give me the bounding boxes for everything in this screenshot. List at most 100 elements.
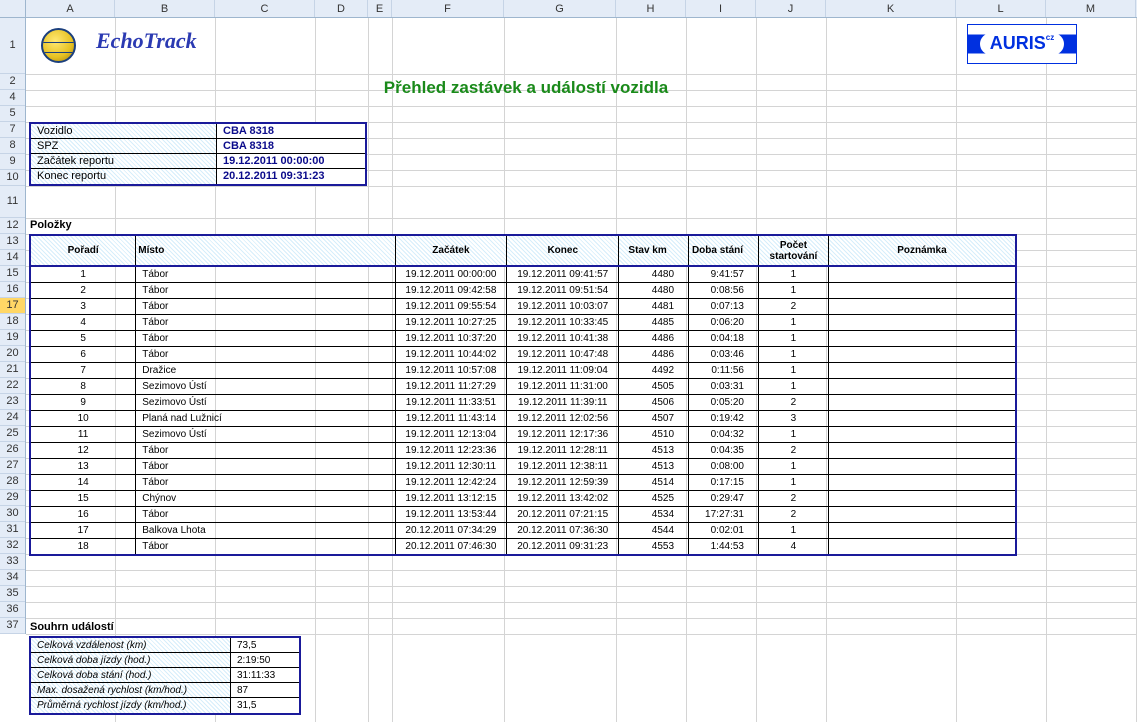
cell[interactable]: 1 <box>758 315 828 331</box>
table-row[interactable]: 2Tábor19.12.2011 09:42:5819.12.2011 09:5… <box>30 283 1016 299</box>
cell[interactable] <box>828 539 1016 556</box>
cell[interactable] <box>828 315 1016 331</box>
cell[interactable]: Tábor <box>136 475 395 491</box>
cell[interactable]: 3 <box>30 299 136 315</box>
col-header[interactable]: B <box>115 0 215 17</box>
row-header[interactable]: 7 <box>0 122 25 138</box>
cell[interactable]: 4513 <box>619 459 689 475</box>
cell[interactable]: Sezimovo Ústí <box>136 395 395 411</box>
cell[interactable]: Tábor <box>136 266 395 283</box>
col-header[interactable]: G <box>504 0 616 17</box>
cell[interactable]: 1 <box>758 347 828 363</box>
table-row[interactable]: 1Tábor19.12.2011 00:00:0019.12.2011 09:4… <box>30 266 1016 283</box>
cell[interactable]: 0:05:20 <box>689 395 759 411</box>
cell[interactable]: 2 <box>758 299 828 315</box>
grid-area[interactable]: EchoTrack AURIScz Přehled zastávek a udá… <box>26 18 1137 722</box>
cell[interactable]: 0:06:20 <box>689 315 759 331</box>
cell[interactable]: 0:08:00 <box>689 459 759 475</box>
cell[interactable] <box>828 347 1016 363</box>
th-start[interactable]: Začátek <box>395 235 507 266</box>
row-header[interactable]: 17 <box>0 298 25 314</box>
cell[interactable]: 0:02:01 <box>689 523 759 539</box>
cell[interactable]: 0:08:56 <box>689 283 759 299</box>
cell[interactable]: 20.12.2011 07:21:15 <box>507 507 619 523</box>
row-header[interactable]: 8 <box>0 138 25 154</box>
row-header[interactable]: 5 <box>0 106 25 122</box>
cell[interactable]: 4514 <box>619 475 689 491</box>
col-header[interactable]: H <box>616 0 686 17</box>
cell[interactable]: 20.12.2011 07:34:29 <box>395 523 507 539</box>
cell[interactable]: 19.12.2011 09:42:58 <box>395 283 507 299</box>
cell[interactable]: Sezimovo Ústí <box>136 379 395 395</box>
cell[interactable]: 4480 <box>619 283 689 299</box>
cell[interactable]: 2 <box>758 395 828 411</box>
cell[interactable]: 4506 <box>619 395 689 411</box>
cell[interactable]: 10 <box>30 411 136 427</box>
cell[interactable]: 4553 <box>619 539 689 556</box>
cell[interactable] <box>828 475 1016 491</box>
cell[interactable]: 13 <box>30 459 136 475</box>
cell[interactable]: 19.12.2011 12:38:11 <box>507 459 619 475</box>
row-header[interactable]: 36 <box>0 602 25 618</box>
cell[interactable]: Dražice <box>136 363 395 379</box>
th-note[interactable]: Poznámka <box>828 235 1016 266</box>
cell[interactable]: 19.12.2011 12:23:36 <box>395 443 507 459</box>
col-header[interactable]: J <box>756 0 826 17</box>
row-header[interactable]: 11 <box>0 186 25 218</box>
th-km[interactable]: Stav km <box>619 235 689 266</box>
cell[interactable]: 2 <box>758 507 828 523</box>
cell[interactable]: 1 <box>758 331 828 347</box>
cell[interactable]: 19.12.2011 10:57:08 <box>395 363 507 379</box>
cell[interactable]: 11 <box>30 427 136 443</box>
cell[interactable]: 19.12.2011 12:42:24 <box>395 475 507 491</box>
col-header[interactable]: I <box>686 0 756 17</box>
cell[interactable]: 1 <box>758 379 828 395</box>
row-header[interactable]: 15 <box>0 266 25 282</box>
cell[interactable]: 19.12.2011 12:30:11 <box>395 459 507 475</box>
cell[interactable]: 17:27:31 <box>689 507 759 523</box>
table-row[interactable]: 8Sezimovo Ústí19.12.2011 11:27:2919.12.2… <box>30 379 1016 395</box>
cell[interactable]: 0:03:31 <box>689 379 759 395</box>
col-header[interactable]: L <box>956 0 1046 17</box>
cell[interactable]: Chýnov <box>136 491 395 507</box>
cell[interactable]: 0:04:32 <box>689 427 759 443</box>
cell[interactable]: Tábor <box>136 331 395 347</box>
table-row[interactable]: 15Chýnov19.12.2011 13:12:1519.12.2011 13… <box>30 491 1016 507</box>
cell[interactable]: 3 <box>758 411 828 427</box>
cell[interactable]: 15 <box>30 491 136 507</box>
cell[interactable]: 4492 <box>619 363 689 379</box>
cell[interactable]: 0:07:13 <box>689 299 759 315</box>
th-order[interactable]: Pořadí <box>30 235 136 266</box>
cell[interactable]: 0:04:35 <box>689 443 759 459</box>
cell[interactable]: 1 <box>758 459 828 475</box>
cell[interactable] <box>828 491 1016 507</box>
row-header[interactable]: 31 <box>0 522 25 538</box>
cell[interactable]: Planá nad Lužnicí <box>136 411 395 427</box>
row-header[interactable]: 34 <box>0 570 25 586</box>
cell[interactable]: 4525 <box>619 491 689 507</box>
cell[interactable]: 4513 <box>619 443 689 459</box>
cell[interactable]: 4486 <box>619 331 689 347</box>
row-header[interactable]: 19 <box>0 330 25 346</box>
row-header[interactable]: 4 <box>0 90 25 106</box>
cell[interactable]: 4 <box>30 315 136 331</box>
row-header[interactable]: 21 <box>0 362 25 378</box>
cell[interactable]: 19.12.2011 00:00:00 <box>395 266 507 283</box>
row-header[interactable]: 1 <box>0 18 25 74</box>
cell[interactable]: Balkova Lhota <box>136 523 395 539</box>
cell[interactable]: 7 <box>30 363 136 379</box>
row-header[interactable]: 13 <box>0 234 25 250</box>
cell[interactable]: 19.12.2011 11:27:29 <box>395 379 507 395</box>
cell[interactable] <box>828 331 1016 347</box>
cell[interactable]: 9 <box>30 395 136 411</box>
cell[interactable]: 19.12.2011 12:02:56 <box>507 411 619 427</box>
stops-table[interactable]: Pořadí Místo Začátek Konec Stav km Doba … <box>29 234 1017 556</box>
table-row[interactable]: 6Tábor19.12.2011 10:44:0219.12.2011 10:4… <box>30 347 1016 363</box>
cell[interactable]: 19.12.2011 11:31:00 <box>507 379 619 395</box>
cell[interactable]: 4534 <box>619 507 689 523</box>
cell[interactable]: 4481 <box>619 299 689 315</box>
cell[interactable]: 1 <box>758 266 828 283</box>
cell[interactable]: 1 <box>758 523 828 539</box>
cell[interactable]: 19.12.2011 09:51:54 <box>507 283 619 299</box>
cell[interactable]: 6 <box>30 347 136 363</box>
